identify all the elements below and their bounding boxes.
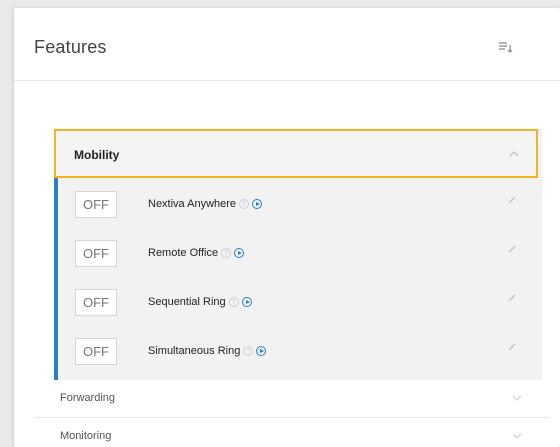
mobility-section-header[interactable]: Mobility	[54, 129, 538, 178]
monitoring-section-header[interactable]: Monitoring	[34, 417, 550, 447]
help-icon[interactable]: ?	[243, 346, 254, 357]
mobility-feature-list: OFF Nextiva Anywhere? OFF Remote Office?	[58, 178, 542, 374]
play-video-icon[interactable]	[256, 346, 267, 357]
simultaneous-ring-toggle[interactable]: OFF	[75, 338, 117, 365]
panel-title: Features	[34, 37, 107, 57]
feature-label: Simultaneous Ring	[148, 345, 241, 357]
play-video-icon[interactable]	[252, 199, 263, 210]
feature-row-sequential-ring: OFF Sequential Ring?	[58, 276, 542, 325]
panel-header: Features	[14, 8, 560, 81]
pencil-edit-icon[interactable]	[507, 244, 517, 254]
mobility-section-title: Mobility	[74, 148, 120, 162]
play-video-icon[interactable]	[241, 297, 252, 308]
pencil-edit-icon[interactable]	[507, 342, 517, 352]
help-icon[interactable]: ?	[221, 248, 232, 259]
forwarding-section-title: Forwarding	[60, 392, 116, 404]
sequential-ring-toggle[interactable]: OFF	[75, 289, 117, 316]
nextiva-anywhere-toggle[interactable]: OFF	[75, 191, 117, 218]
feature-row-simultaneous-ring: OFF Simultaneous Ring?	[58, 325, 542, 374]
feature-row-remote-office: OFF Remote Office?	[58, 227, 542, 276]
pencil-edit-icon[interactable]	[507, 195, 517, 205]
features-panel: Features Mobility OFF Nextiva Anywhere?	[14, 8, 560, 447]
forwarding-section-header[interactable]: Forwarding	[34, 379, 550, 418]
feature-label: Remote Office	[148, 247, 219, 259]
chevron-down-icon[interactable]	[512, 432, 522, 440]
monitoring-section-title: Monitoring	[60, 430, 112, 442]
play-video-icon[interactable]	[234, 248, 245, 259]
remote-office-toggle[interactable]: OFF	[75, 240, 117, 267]
feature-name: Sequential Ring?	[148, 296, 252, 308]
feature-label: Sequential Ring	[148, 296, 226, 308]
pencil-edit-icon[interactable]	[507, 293, 517, 303]
sort-list-icon[interactable]	[498, 40, 514, 54]
help-icon[interactable]: ?	[228, 297, 239, 308]
feature-name: Simultaneous Ring?	[148, 345, 267, 357]
mobility-section: Mobility OFF Nextiva Anywhere? OFF Remot…	[54, 129, 542, 380]
chevron-up-icon[interactable]	[508, 149, 520, 159]
help-icon[interactable]: ?	[239, 199, 250, 210]
feature-name: Nextiva Anywhere?	[148, 198, 263, 210]
chevron-down-icon[interactable]	[512, 394, 522, 402]
feature-name: Remote Office?	[148, 247, 245, 259]
feature-row-nextiva-anywhere: OFF Nextiva Anywhere?	[58, 178, 542, 227]
feature-label: Nextiva Anywhere	[148, 198, 237, 210]
